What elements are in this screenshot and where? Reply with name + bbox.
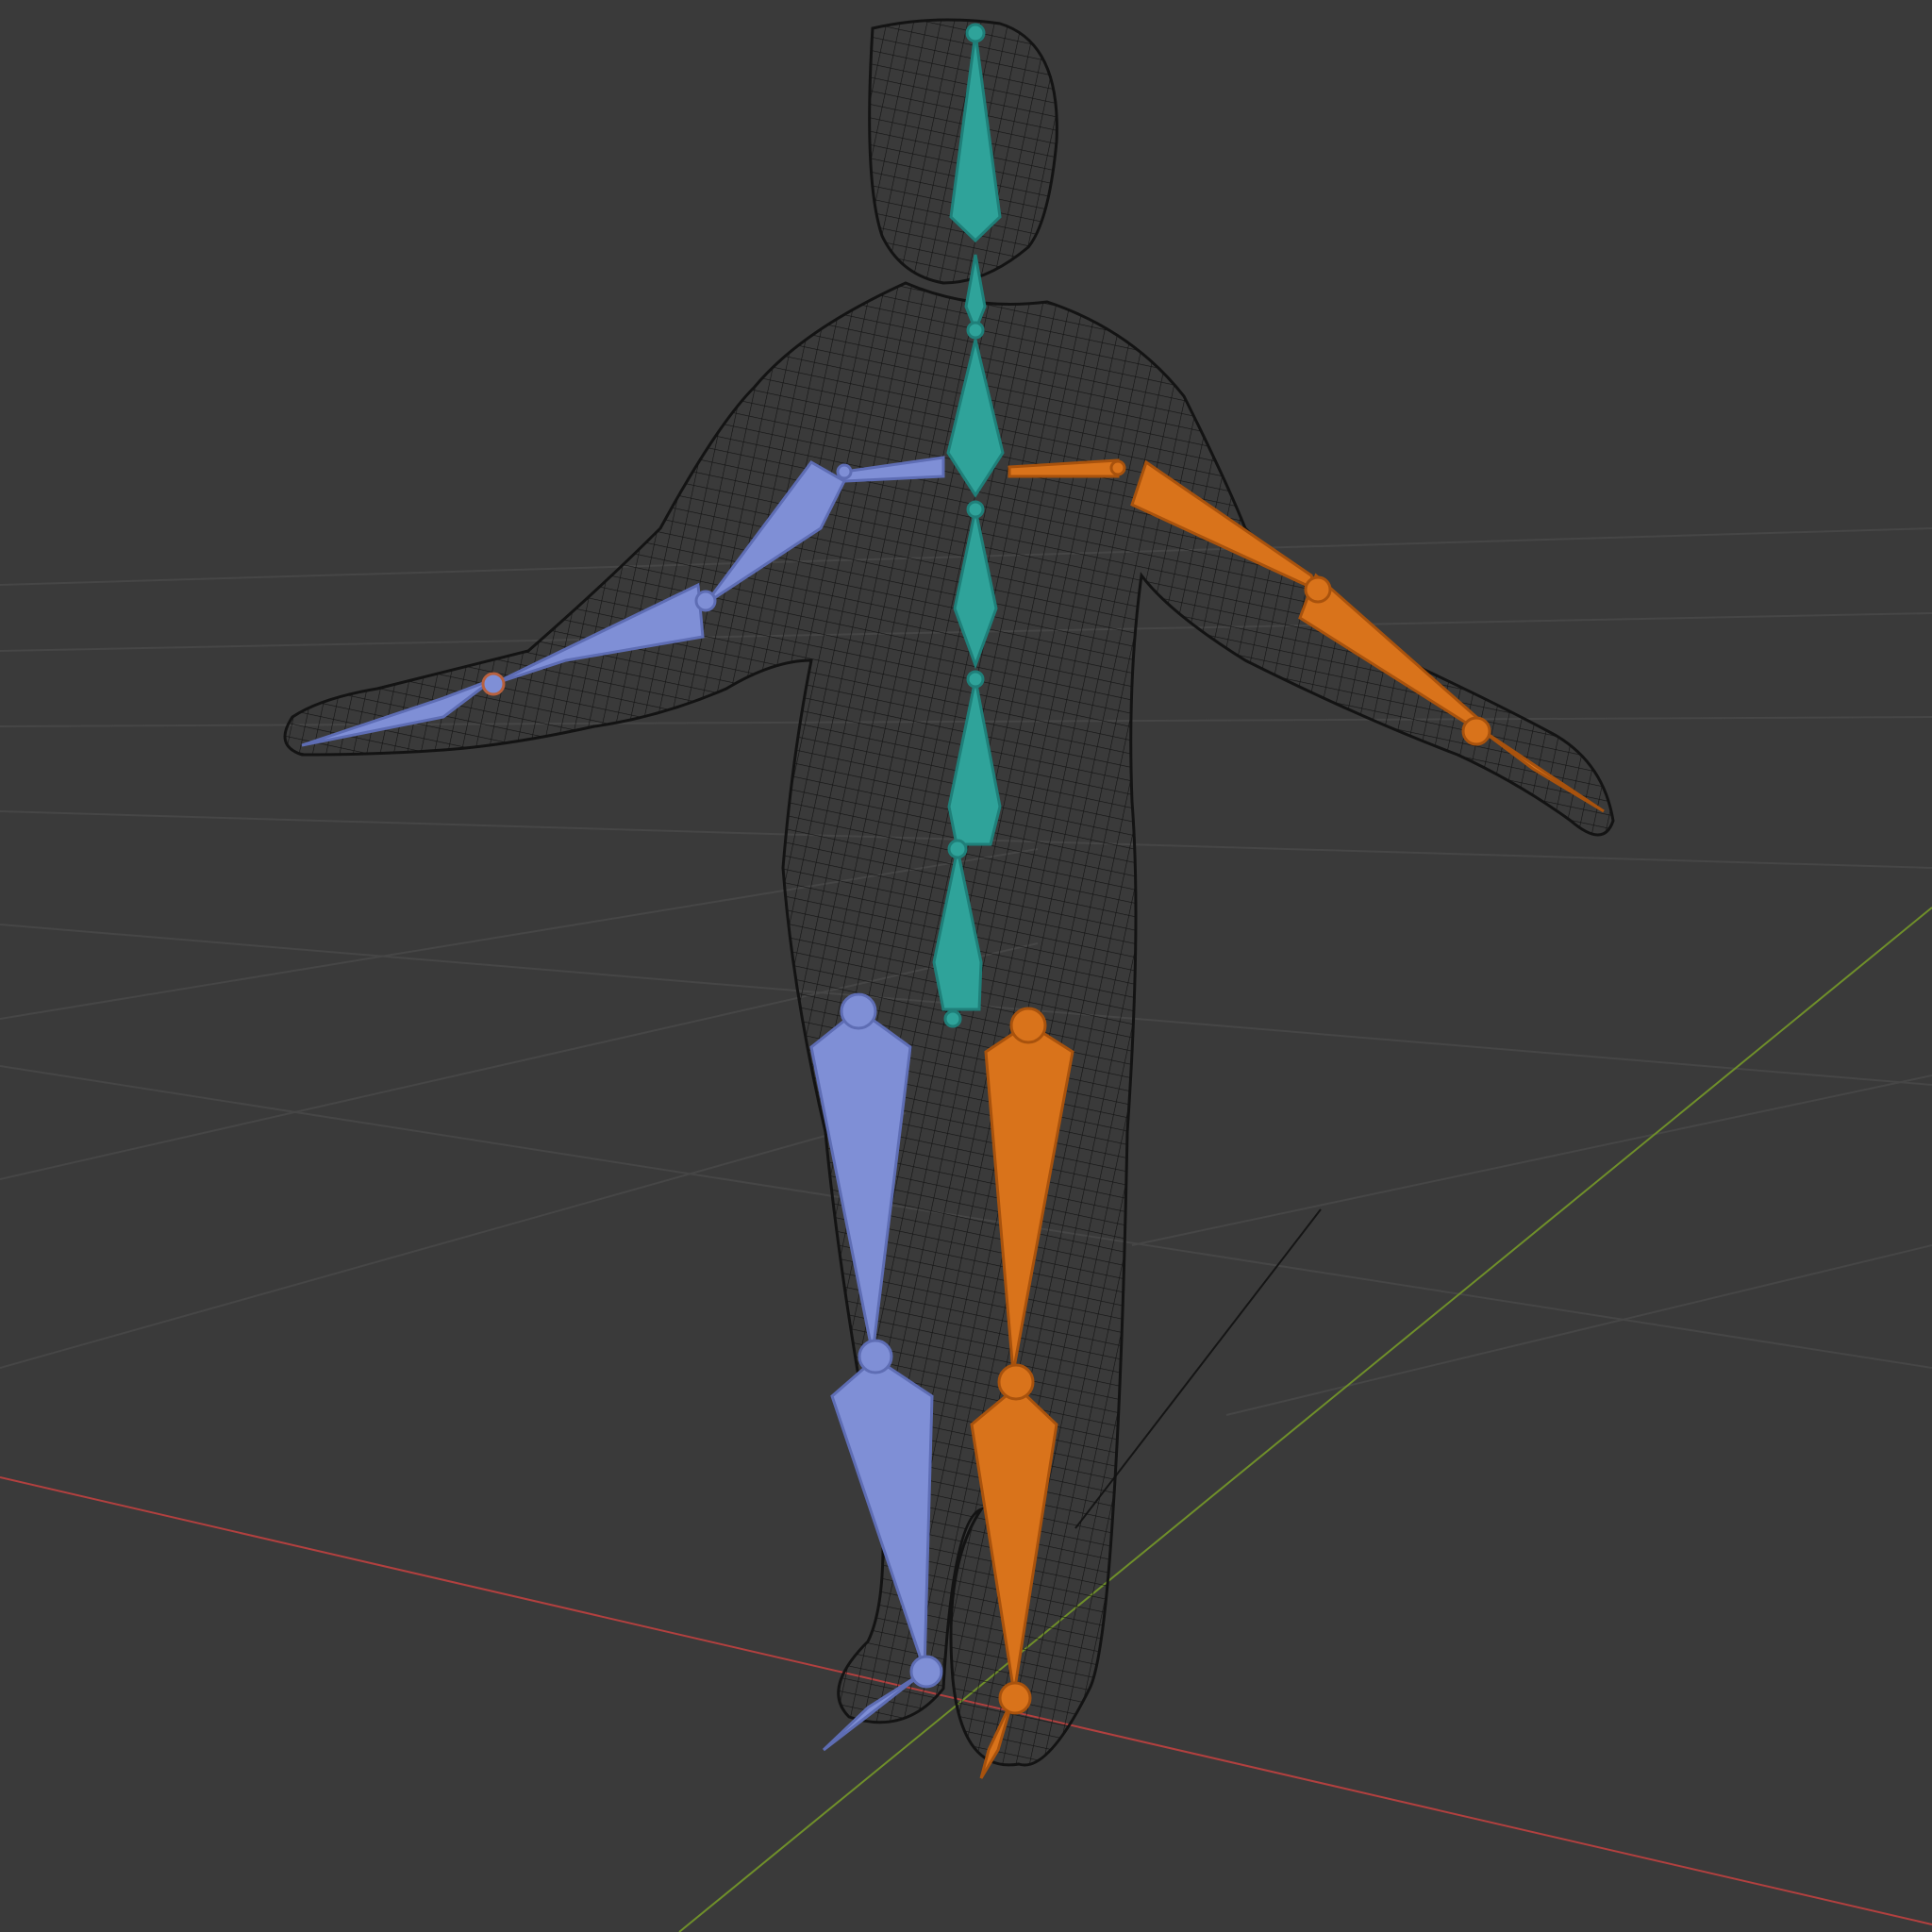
viewport-canvas[interactable] xyxy=(0,0,1932,1932)
3d-viewport[interactable] xyxy=(0,0,1932,1932)
